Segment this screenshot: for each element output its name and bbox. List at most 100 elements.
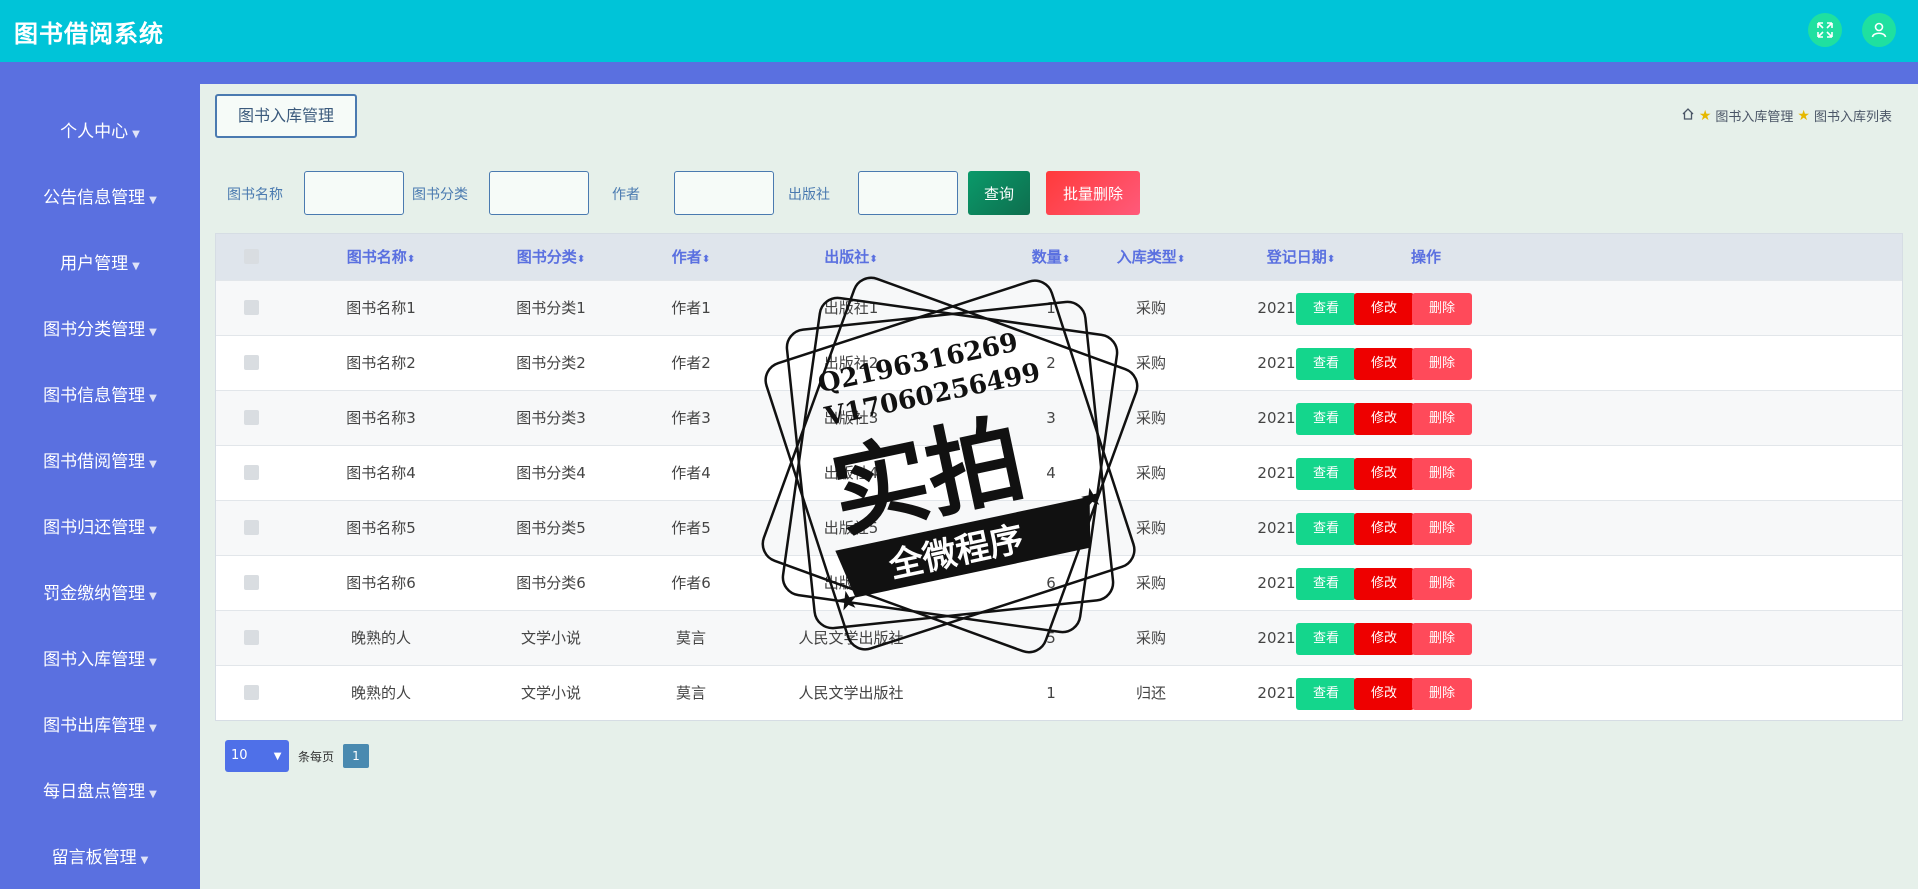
sidebar-item-returns[interactable]: 图书归还管理 ▼ [0, 508, 200, 548]
cell-category: 图书分类3 [516, 409, 586, 427]
edit-button[interactable]: 修改 [1354, 458, 1414, 490]
row-checkbox[interactable] [244, 410, 259, 425]
search-input-book-name[interactable] [304, 171, 404, 215]
delete-button[interactable]: 删除 [1412, 623, 1472, 655]
sidebar-item-book-info[interactable]: 图书信息管理 ▼ [0, 376, 200, 416]
edit-button[interactable]: 修改 [1354, 293, 1414, 325]
chevron-down-icon: ▼ [149, 657, 157, 668]
delete-button[interactable]: 删除 [1412, 678, 1472, 710]
delete-button[interactable]: 删除 [1412, 403, 1472, 435]
per-page-label: 条每页 [298, 750, 335, 764]
sub-bar [0, 62, 1918, 84]
delete-button[interactable]: 删除 [1412, 513, 1472, 545]
search-input-publisher[interactable] [858, 171, 958, 215]
query-button[interactable]: 查询 [968, 171, 1030, 215]
main-content: 图书入库管理 ★ 图书入库管理 ★ 图书入库列表 图书名称 图书分类 作者 出版… [200, 84, 1918, 889]
home-icon[interactable] [1681, 107, 1695, 125]
cell-author: 莫言 [675, 629, 706, 647]
cell-author: 作者6 [671, 574, 711, 592]
fullscreen-icon[interactable] [1808, 13, 1842, 47]
cell-quantity: 1 [1046, 299, 1056, 317]
column-header-category[interactable]: 图书分类⬍ [486, 234, 616, 280]
cell-book-name: 图书名称5 [346, 519, 416, 537]
cell-book-name: 图书名称6 [346, 574, 416, 592]
breadcrumb-item: 图书入库列表 [1813, 110, 1892, 125]
chevron-down-icon: ▼ [149, 789, 157, 800]
view-button[interactable]: 查看 [1296, 623, 1356, 655]
search-input-author[interactable] [674, 171, 774, 215]
delete-button[interactable]: 删除 [1412, 348, 1472, 380]
cell-quantity: 3 [1046, 409, 1056, 427]
sidebar-item-label: 每日盘点管理 [43, 782, 146, 802]
stock-in-table: 图书名称⬍ 图书分类⬍ 作者⬍ 出版社⬍ 数量⬍ 入库类型⬍ 登记日期⬍ 操作 … [215, 233, 1903, 721]
sidebar-item-book-categories[interactable]: 图书分类管理 ▼ [0, 310, 200, 350]
page-tab[interactable]: 图书入库管理 [215, 94, 357, 138]
table-row: 图书名称5图书分类5作者5出版社55采购2021-03-12查看修改删除 [216, 500, 1902, 555]
view-button[interactable]: 查看 [1296, 348, 1356, 380]
cell-publisher: 出版社4 [823, 464, 879, 482]
row-checkbox[interactable] [244, 630, 259, 645]
row-checkbox[interactable] [244, 355, 259, 370]
sidebar-item-message-board[interactable]: 留言板管理 ▼ [0, 838, 200, 878]
row-checkbox[interactable] [244, 685, 259, 700]
cell-publisher: 出版社1 [823, 299, 879, 317]
chevron-down-icon: ▼ [149, 591, 157, 602]
column-header-date[interactable]: 登记日期⬍ [1246, 234, 1356, 280]
row-checkbox[interactable] [244, 465, 259, 480]
edit-button[interactable]: 修改 [1354, 568, 1414, 600]
sidebar-item-label: 图书借阅管理 [43, 452, 146, 472]
sidebar-item-stock-in[interactable]: 图书入库管理 ▼ [0, 640, 200, 680]
edit-button[interactable]: 修改 [1354, 513, 1414, 545]
column-header-publisher[interactable]: 出版社⬍ [776, 234, 926, 280]
cell-quantity: 5 [1046, 629, 1056, 647]
page-size-select[interactable]: 10 ▼ [225, 740, 289, 772]
sidebar-item-daily-inventory[interactable]: 每日盘点管理 ▼ [0, 772, 200, 812]
row-checkbox[interactable] [244, 575, 259, 590]
table-row: 图书名称2图书分类2作者2出版社22采购2021-03-12查看修改删除 [216, 335, 1902, 390]
chevron-down-icon: ▼ [132, 261, 140, 272]
row-checkbox[interactable] [244, 300, 259, 315]
chevron-down-icon: ▼ [140, 855, 149, 866]
sidebar-item-label: 图书分类管理 [43, 320, 146, 340]
view-button[interactable]: 查看 [1296, 458, 1356, 490]
delete-button[interactable]: 删除 [1412, 458, 1472, 490]
column-header-author[interactable]: 作者⬍ [646, 234, 736, 280]
edit-button[interactable]: 修改 [1354, 403, 1414, 435]
sidebar-item-fines[interactable]: 罚金缴纳管理 ▼ [0, 574, 200, 614]
column-header-quantity[interactable]: 数量⬍ [1016, 234, 1086, 280]
batch-delete-button[interactable]: 批量删除 [1046, 171, 1140, 215]
edit-button[interactable]: 修改 [1354, 348, 1414, 380]
column-header-type[interactable]: 入库类型⬍ [1096, 234, 1206, 280]
sidebar-item-stock-out[interactable]: 图书出库管理 ▼ [0, 706, 200, 746]
edit-button[interactable]: 修改 [1354, 678, 1414, 710]
cell-author: 作者4 [671, 464, 711, 482]
cell-book-name: 图书名称1 [346, 299, 416, 317]
row-checkbox[interactable] [244, 520, 259, 535]
chevron-down-icon: ▼ [149, 393, 157, 404]
sidebar-item-notices[interactable]: 公告信息管理 ▼ [0, 178, 200, 218]
user-avatar-icon[interactable] [1862, 13, 1896, 47]
search-label-publisher: 出版社 [788, 187, 830, 203]
sidebar-item-users[interactable]: 用户管理 ▼ [0, 244, 200, 284]
view-button[interactable]: 查看 [1296, 513, 1356, 545]
search-input-category[interactable] [489, 171, 589, 215]
view-button[interactable]: 查看 [1296, 403, 1356, 435]
cell-book-name: 晚熟的人 [350, 684, 411, 702]
chevron-down-icon: ▼ [149, 195, 157, 206]
sidebar-item-label: 图书出库管理 [43, 716, 146, 736]
sidebar-item-profile[interactable]: 个人中心 ▼ [0, 112, 200, 152]
view-button[interactable]: 查看 [1296, 678, 1356, 710]
column-header-book-name[interactable]: 图书名称⬍ [316, 234, 446, 280]
sidebar-item-borrowing[interactable]: 图书借阅管理 ▼ [0, 442, 200, 482]
delete-button[interactable]: 删除 [1412, 293, 1472, 325]
view-button[interactable]: 查看 [1296, 568, 1356, 600]
view-button[interactable]: 查看 [1296, 293, 1356, 325]
sort-icon: ⬍ [701, 254, 711, 265]
breadcrumb-item[interactable]: 图书入库管理 [1715, 106, 1793, 125]
cell-type: 采购 [1135, 409, 1166, 427]
select-all-checkbox[interactable] [244, 249, 259, 264]
page-button[interactable]: 1 [343, 744, 369, 768]
table-row: 图书名称3图书分类3作者3出版社33采购2021-03-12查看修改删除 [216, 390, 1902, 445]
delete-button[interactable]: 删除 [1412, 568, 1472, 600]
edit-button[interactable]: 修改 [1354, 623, 1414, 655]
